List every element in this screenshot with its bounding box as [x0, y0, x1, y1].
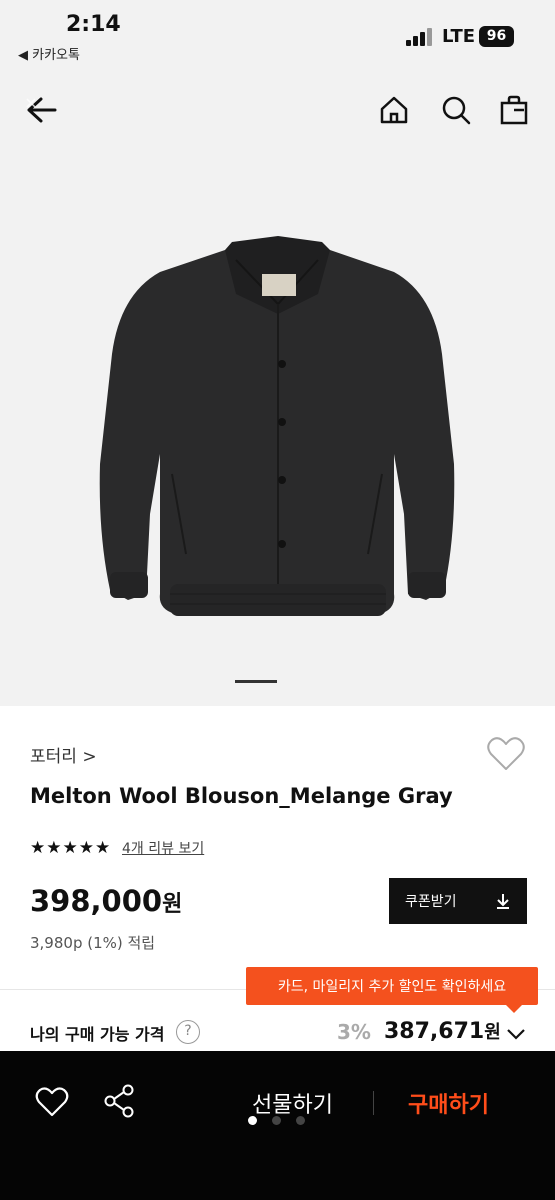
network-label: LTE [442, 26, 476, 47]
wishlist-heart-icon[interactable] [486, 736, 526, 772]
jacket-illustration [99, 236, 455, 616]
review-link[interactable]: 4개 리뷰 보기 [122, 838, 204, 858]
page-dots [248, 1113, 318, 1127]
coupon-button[interactable]: 쿠폰받기 [389, 878, 527, 924]
download-icon [497, 894, 509, 909]
back-arrow-icon[interactable] [20, 90, 60, 130]
button-separator [373, 1091, 374, 1115]
price-value: 398,000 [30, 884, 163, 918]
product-name: Melton Wool Blouson_Melange Gray [30, 784, 453, 808]
discount-tooltip: 카드, 마일리지 추가 할인도 확인하세요 [246, 967, 538, 1005]
my-price-label: 나의 구매 가능 가격 [30, 1025, 165, 1044]
shopping-bag-icon[interactable] [494, 90, 534, 130]
back-to-app-link[interactable]: ◀ 카카오톡 [18, 44, 80, 63]
product-image[interactable] [0, 154, 555, 706]
rating-stars: ★★★★★ [30, 838, 112, 858]
signal-icon [406, 28, 436, 46]
home-icon[interactable] [374, 90, 414, 130]
price-unit: 원 [162, 892, 183, 917]
my-price-unit: 원 [484, 1022, 501, 1043]
brand-link[interactable]: 포터리 > [30, 742, 97, 767]
discount-rate: 3% [337, 1020, 371, 1044]
points-info: 3,980p (1%) 적립 [30, 934, 156, 952]
buy-button[interactable]: 구매하기 [408, 1087, 489, 1119]
my-price-amount: 387,671 [384, 1019, 485, 1044]
status-time: 2:14 [66, 12, 121, 37]
my-price-value: 387,671원 [384, 1018, 501, 1044]
bottom-action-bar: 선물하기 구매하기 [0, 1051, 555, 1200]
share-icon[interactable] [102, 1083, 138, 1119]
tooltip-tail [506, 1005, 522, 1013]
top-nav [0, 70, 555, 154]
heart-icon[interactable] [34, 1085, 70, 1119]
image-pager-indicator [235, 680, 277, 683]
product-price: 398,000원 [30, 884, 182, 918]
coupon-button-label: 쿠폰받기 [405, 894, 457, 910]
help-icon[interactable]: ? [176, 1020, 200, 1044]
search-icon[interactable] [436, 90, 476, 130]
chevron-down-icon[interactable] [505, 1024, 527, 1044]
status-bar: 2:14 ◀ 카카오톡 LTE 96 [0, 0, 555, 70]
battery-icon: 96 [479, 26, 514, 47]
